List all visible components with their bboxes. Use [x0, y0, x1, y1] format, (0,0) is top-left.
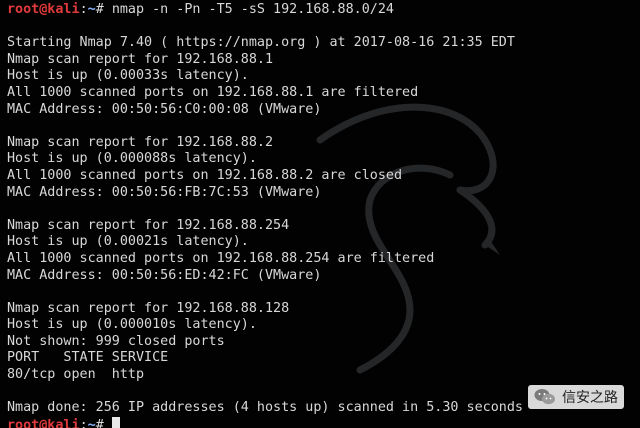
command-line: root@kali:~# nmap -n -Pn -T5 -sS 192.168… [7, 2, 640, 19]
command-text: nmap -n -Pn -T5 -sS 192.168.88.0/24 [111, 2, 394, 17]
output-line: MAC Address: 00:50:56:C0:00:08 (VMware) [7, 101, 322, 117]
output-line: PORT STATE SERVICE [7, 350, 169, 366]
prompt-separator: : [79, 417, 88, 428]
prompt-symbol: # [95, 2, 112, 17]
prompt-user: root@kali [7, 417, 80, 428]
output-line: Nmap scan report for 192.168.88.128 [7, 300, 290, 316]
output-line: All 1000 scanned ports on 192.168.88.254… [7, 250, 435, 266]
prompt-path: ~ [87, 417, 96, 428]
prompt-user: root@kali [7, 2, 80, 17]
output-line: All 1000 scanned ports on 192.168.88.1 a… [7, 84, 419, 100]
output-line: MAC Address: 00:50:56:FB:7C:53 (VMware) [7, 184, 322, 200]
prompt-path: ~ [87, 2, 96, 17]
active-prompt-line[interactable]: root@kali:~# [7, 416, 640, 428]
output-line: Starting Nmap 7.40 ( https://nmap.org ) … [7, 35, 515, 51]
watermark: 信安之路 [528, 385, 624, 409]
output-line: Not shown: 999 closed ports [7, 333, 225, 349]
output-line: 80/tcp open http [7, 367, 145, 383]
prompt-symbol: # [95, 417, 112, 428]
output-line: All 1000 scanned ports on 192.168.88.2 a… [7, 167, 403, 183]
output-line: MAC Address: 00:50:56:ED:42:FC (VMware) [7, 267, 322, 283]
output-line: Host is up (0.00021s latency). [7, 234, 249, 250]
terminal-output: root@kali:~# nmap -n -Pn -T5 -sS 192.168… [7, 2, 640, 428]
output-line: Nmap scan report for 192.168.88.2 [7, 134, 274, 150]
output-line: Host is up (0.000088s latency). [7, 151, 257, 167]
prompt-separator: : [79, 2, 88, 17]
watermark-text: 信安之路 [562, 390, 618, 406]
output-line: Nmap scan report for 192.168.88.1 [7, 51, 274, 67]
text-cursor [111, 416, 120, 428]
output-line: Host is up (0.000010s latency). [7, 317, 257, 333]
terminal-window[interactable]: root@kali:~# nmap -n -Pn -T5 -sS 192.168… [0, 0, 640, 428]
wechat-icon [534, 389, 555, 405]
output-line: Nmap scan report for 192.168.88.254 [7, 217, 290, 233]
output-line: Host is up (0.00033s latency). [7, 68, 249, 84]
